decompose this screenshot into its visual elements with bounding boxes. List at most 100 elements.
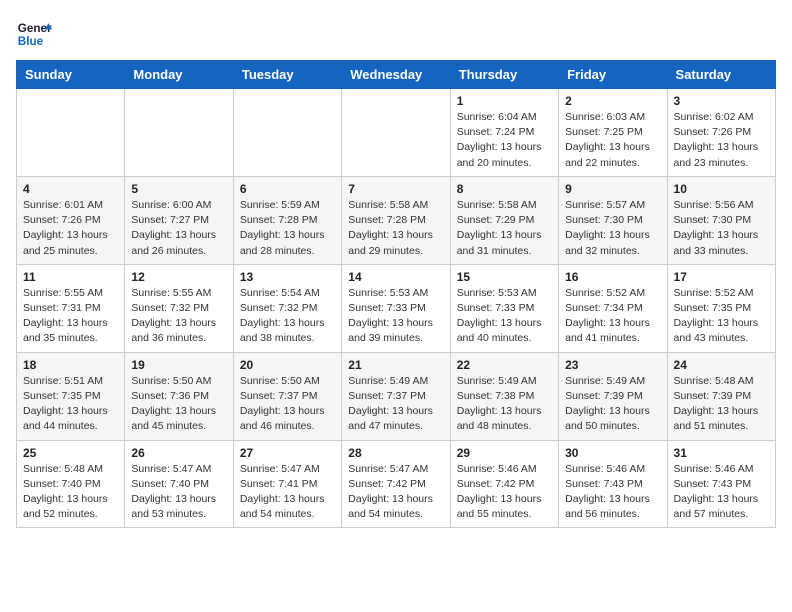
- day-number: 27: [240, 446, 335, 460]
- day-cell: [342, 89, 450, 177]
- day-cell: 8 Sunrise: 5:58 AMSunset: 7:29 PMDaylight…: [450, 176, 558, 264]
- day-cell: 19 Sunrise: 5:50 AMSunset: 7:36 PMDayligh…: [125, 352, 233, 440]
- week-row-2: 4 Sunrise: 6:01 AMSunset: 7:26 PMDaylight…: [17, 176, 776, 264]
- day-number: 21: [348, 358, 443, 372]
- day-number: 14: [348, 270, 443, 284]
- day-number: 22: [457, 358, 552, 372]
- day-number: 19: [131, 358, 226, 372]
- day-info: Sunrise: 5:46 AMSunset: 7:43 PMDaylight:…: [565, 462, 660, 523]
- day-number: 2: [565, 94, 660, 108]
- calendar-table: SundayMondayTuesdayWednesdayThursdayFrid…: [16, 60, 776, 528]
- day-info: Sunrise: 6:00 AMSunset: 7:27 PMDaylight:…: [131, 198, 226, 259]
- day-cell: 14 Sunrise: 5:53 AMSunset: 7:33 PMDayligh…: [342, 264, 450, 352]
- day-cell: 17Sunrise: 5:52 AMSunset: 7:35 PMDayligh…: [667, 264, 775, 352]
- day-cell: 24 Sunrise: 5:48 AMSunset: 7:39 PMDayligh…: [667, 352, 775, 440]
- day-info: Sunrise: 5:55 AMSunset: 7:31 PMDaylight:…: [23, 286, 118, 347]
- day-info: Sunrise: 5:52 AMSunset: 7:34 PMDaylight:…: [565, 286, 660, 347]
- day-cell: 4 Sunrise: 6:01 AMSunset: 7:26 PMDaylight…: [17, 176, 125, 264]
- day-info: Sunrise: 5:50 AMSunset: 7:36 PMDaylight:…: [131, 374, 226, 435]
- day-number: 20: [240, 358, 335, 372]
- day-number: 5: [131, 182, 226, 196]
- day-cell: 27 Sunrise: 5:47 AMSunset: 7:41 PMDayligh…: [233, 440, 341, 528]
- day-cell: 30 Sunrise: 5:46 AMSunset: 7:43 PMDayligh…: [559, 440, 667, 528]
- day-number: 16: [565, 270, 660, 284]
- day-cell: 7 Sunrise: 5:58 AMSunset: 7:28 PMDaylight…: [342, 176, 450, 264]
- day-cell: 26Sunrise: 5:47 AMSunset: 7:40 PMDayligh…: [125, 440, 233, 528]
- day-info: Sunrise: 5:58 AMSunset: 7:28 PMDaylight:…: [348, 198, 443, 259]
- day-info: Sunrise: 5:50 AMSunset: 7:37 PMDaylight:…: [240, 374, 335, 435]
- day-header-thursday: Thursday: [450, 61, 558, 89]
- day-number: 29: [457, 446, 552, 460]
- day-number: 10: [674, 182, 769, 196]
- day-headers-row: SundayMondayTuesdayWednesdayThursdayFrid…: [17, 61, 776, 89]
- day-info: Sunrise: 5:47 AMSunset: 7:41 PMDaylight:…: [240, 462, 335, 523]
- day-header-friday: Friday: [559, 61, 667, 89]
- day-number: 13: [240, 270, 335, 284]
- day-number: 24: [674, 358, 769, 372]
- day-cell: 29 Sunrise: 5:46 AMSunset: 7:42 PMDayligh…: [450, 440, 558, 528]
- day-info: Sunrise: 6:04 AMSunset: 7:24 PMDaylight:…: [457, 110, 552, 171]
- day-info: Sunrise: 5:49 AMSunset: 7:38 PMDaylight:…: [457, 374, 552, 435]
- day-number: 1: [457, 94, 552, 108]
- day-info: Sunrise: 5:54 AMSunset: 7:32 PMDaylight:…: [240, 286, 335, 347]
- logo-icon: General Blue: [16, 16, 52, 52]
- day-number: 25: [23, 446, 118, 460]
- week-row-1: 1 Sunrise: 6:04 AMSunset: 7:24 PMDaylight…: [17, 89, 776, 177]
- day-info: Sunrise: 5:49 AMSunset: 7:37 PMDaylight:…: [348, 374, 443, 435]
- day-info: Sunrise: 5:49 AMSunset: 7:39 PMDaylight:…: [565, 374, 660, 435]
- day-cell: 28 Sunrise: 5:47 AMSunset: 7:42 PMDayligh…: [342, 440, 450, 528]
- day-cell: 15 Sunrise: 5:53 AMSunset: 7:33 PMDayligh…: [450, 264, 558, 352]
- day-info: Sunrise: 5:48 AMSunset: 7:39 PMDaylight:…: [674, 374, 769, 435]
- page-header: General Blue: [16, 16, 776, 52]
- day-info: Sunrise: 6:03 AMSunset: 7:25 PMDaylight:…: [565, 110, 660, 171]
- day-number: 18: [23, 358, 118, 372]
- day-cell: 20 Sunrise: 5:50 AMSunset: 7:37 PMDayligh…: [233, 352, 341, 440]
- day-number: 15: [457, 270, 552, 284]
- week-row-4: 18 Sunrise: 5:51 AMSunset: 7:35 PMDayligh…: [17, 352, 776, 440]
- day-cell: 11Sunrise: 5:55 AMSunset: 7:31 PMDayligh…: [17, 264, 125, 352]
- day-number: 23: [565, 358, 660, 372]
- day-number: 31: [674, 446, 769, 460]
- day-number: 12: [131, 270, 226, 284]
- day-info: Sunrise: 5:53 AMSunset: 7:33 PMDaylight:…: [348, 286, 443, 347]
- day-cell: 9Sunrise: 5:57 AMSunset: 7:30 PMDaylight…: [559, 176, 667, 264]
- day-number: 4: [23, 182, 118, 196]
- day-info: Sunrise: 5:48 AMSunset: 7:40 PMDaylight:…: [23, 462, 118, 523]
- day-cell: 3 Sunrise: 6:02 AMSunset: 7:26 PMDaylight…: [667, 89, 775, 177]
- day-info: Sunrise: 5:53 AMSunset: 7:33 PMDaylight:…: [457, 286, 552, 347]
- day-cell: 22 Sunrise: 5:49 AMSunset: 7:38 PMDayligh…: [450, 352, 558, 440]
- day-number: 8: [457, 182, 552, 196]
- day-number: 30: [565, 446, 660, 460]
- day-cell: 23 Sunrise: 5:49 AMSunset: 7:39 PMDayligh…: [559, 352, 667, 440]
- day-cell: 16 Sunrise: 5:52 AMSunset: 7:34 PMDayligh…: [559, 264, 667, 352]
- day-cell: 5 Sunrise: 6:00 AMSunset: 7:27 PMDaylight…: [125, 176, 233, 264]
- day-info: Sunrise: 5:57 AMSunset: 7:30 PMDaylight:…: [565, 198, 660, 259]
- day-cell: 31Sunrise: 5:46 AMSunset: 7:43 PMDayligh…: [667, 440, 775, 528]
- day-header-sunday: Sunday: [17, 61, 125, 89]
- day-cell: 10 Sunrise: 5:56 AMSunset: 7:30 PMDayligh…: [667, 176, 775, 264]
- day-info: Sunrise: 6:01 AMSunset: 7:26 PMDaylight:…: [23, 198, 118, 259]
- day-info: Sunrise: 5:56 AMSunset: 7:30 PMDaylight:…: [674, 198, 769, 259]
- day-cell: 6Sunrise: 5:59 AMSunset: 7:28 PMDaylight…: [233, 176, 341, 264]
- day-cell: 25 Sunrise: 5:48 AMSunset: 7:40 PMDayligh…: [17, 440, 125, 528]
- day-number: 6: [240, 182, 335, 196]
- day-info: Sunrise: 6:02 AMSunset: 7:26 PMDaylight:…: [674, 110, 769, 171]
- day-info: Sunrise: 5:46 AMSunset: 7:42 PMDaylight:…: [457, 462, 552, 523]
- day-info: Sunrise: 5:47 AMSunset: 7:42 PMDaylight:…: [348, 462, 443, 523]
- day-cell: 13 Sunrise: 5:54 AMSunset: 7:32 PMDayligh…: [233, 264, 341, 352]
- day-cell: 12 Sunrise: 5:55 AMSunset: 7:32 PMDayligh…: [125, 264, 233, 352]
- day-info: Sunrise: 5:51 AMSunset: 7:35 PMDaylight:…: [23, 374, 118, 435]
- week-row-5: 25 Sunrise: 5:48 AMSunset: 7:40 PMDayligh…: [17, 440, 776, 528]
- day-cell: 18 Sunrise: 5:51 AMSunset: 7:35 PMDayligh…: [17, 352, 125, 440]
- day-header-saturday: Saturday: [667, 61, 775, 89]
- day-number: 28: [348, 446, 443, 460]
- day-info: Sunrise: 5:58 AMSunset: 7:29 PMDaylight:…: [457, 198, 552, 259]
- day-cell: [17, 89, 125, 177]
- logo: General Blue: [16, 16, 52, 52]
- day-number: 7: [348, 182, 443, 196]
- day-info: Sunrise: 5:55 AMSunset: 7:32 PMDaylight:…: [131, 286, 226, 347]
- week-row-3: 11Sunrise: 5:55 AMSunset: 7:31 PMDayligh…: [17, 264, 776, 352]
- day-cell: 1 Sunrise: 6:04 AMSunset: 7:24 PMDaylight…: [450, 89, 558, 177]
- day-cell: 21 Sunrise: 5:49 AMSunset: 7:37 PMDayligh…: [342, 352, 450, 440]
- day-number: 3: [674, 94, 769, 108]
